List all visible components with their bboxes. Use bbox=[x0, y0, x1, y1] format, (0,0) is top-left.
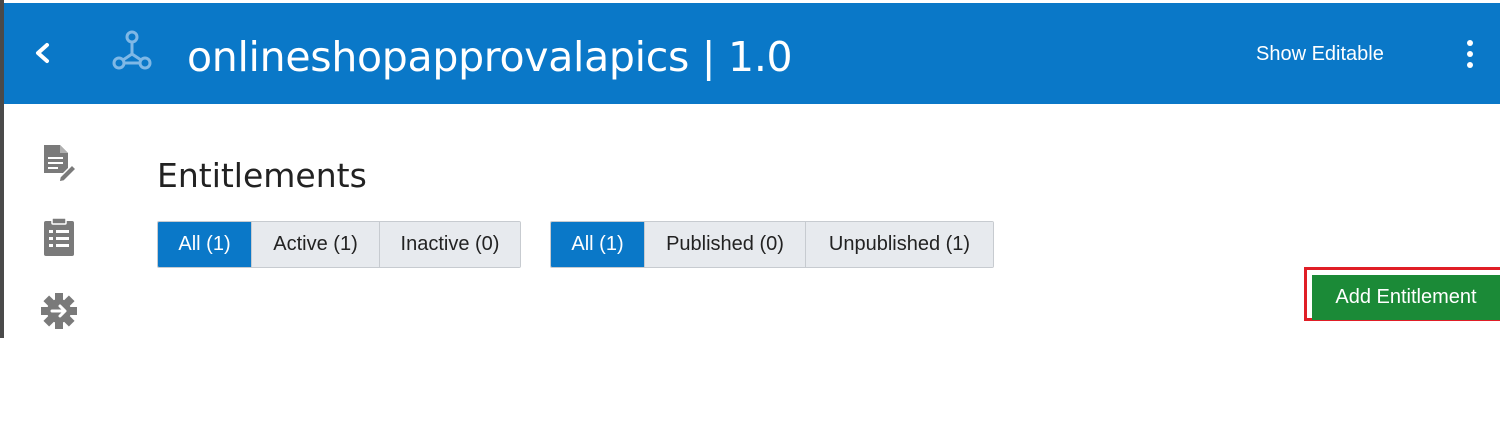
status-filter-group: All (1) Active (1) Inactive (0) bbox=[157, 221, 521, 268]
back-button[interactable] bbox=[28, 35, 56, 71]
filter-published[interactable]: Published (0) bbox=[645, 222, 806, 267]
settings-gear-icon bbox=[41, 293, 77, 329]
show-editable-link[interactable]: Show Editable bbox=[1256, 41, 1384, 67]
filter-publish-all[interactable]: All (1) bbox=[551, 222, 645, 267]
sidebar-item-entitlements[interactable] bbox=[38, 217, 82, 258]
document-edit-icon bbox=[44, 145, 78, 183]
page-title: onlineshopapprovalapics | 1.0 bbox=[187, 33, 793, 81]
filter-status-all[interactable]: All (1) bbox=[158, 222, 252, 267]
app-page: onlineshopapprovalapics | 1.0 Show Edita… bbox=[0, 0, 1500, 423]
sidebar-item-details[interactable] bbox=[38, 143, 82, 183]
section-title: Entitlements bbox=[157, 156, 367, 195]
sidebar-item-settings[interactable] bbox=[38, 291, 82, 331]
kebab-menu-icon bbox=[1467, 40, 1473, 68]
add-entitlement-button[interactable]: Add Entitlement bbox=[1312, 275, 1500, 320]
header-bar: onlineshopapprovalapics | 1.0 Show Edita… bbox=[4, 3, 1500, 104]
filter-status-inactive[interactable]: Inactive (0) bbox=[380, 222, 520, 267]
api-network-icon bbox=[107, 27, 157, 75]
filter-status-active[interactable]: Active (1) bbox=[252, 222, 380, 267]
clipboard-list-icon bbox=[44, 217, 74, 256]
chevron-left-icon bbox=[36, 43, 49, 63]
more-options-button[interactable] bbox=[1460, 39, 1480, 69]
publish-filter-group: All (1) Published (0) Unpublished (1) bbox=[550, 221, 994, 268]
filter-unpublished[interactable]: Unpublished (1) bbox=[806, 222, 993, 267]
